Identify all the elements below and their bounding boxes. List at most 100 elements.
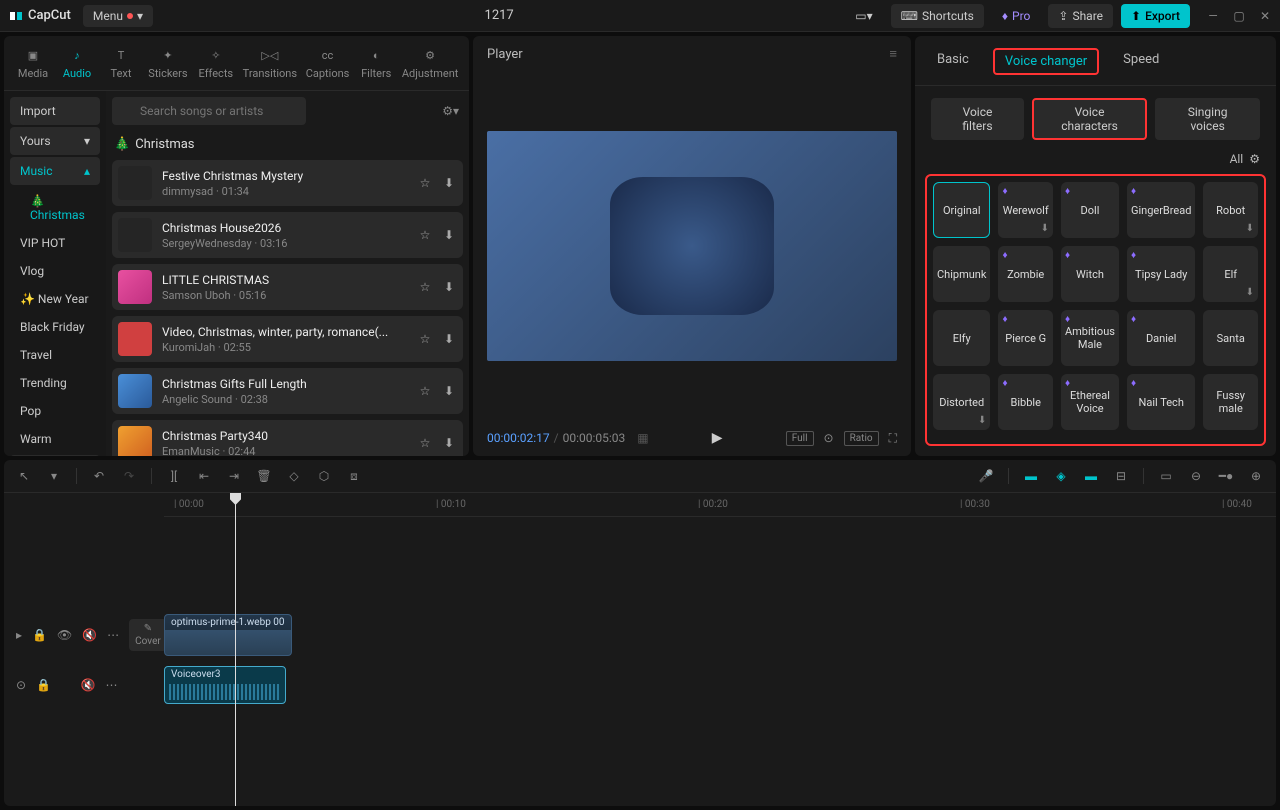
undo-button[interactable]: ↶ bbox=[91, 468, 107, 484]
voice-ethereal-voice[interactable]: ♦Ethereal Voice bbox=[1061, 374, 1119, 430]
video-clip[interactable]: optimus-prime-1.webp 00 bbox=[164, 614, 292, 656]
favorite-icon[interactable]: ☆ bbox=[417, 175, 433, 191]
voice-daniel[interactable]: ♦Daniel bbox=[1127, 310, 1195, 366]
cover-button[interactable]: ✎Cover bbox=[129, 619, 167, 651]
sidebar-item-pop[interactable]: Pop bbox=[10, 397, 100, 425]
audio-mute-icon[interactable]: 🔇 bbox=[81, 678, 96, 692]
tool-tab-filters[interactable]: ◐Filters bbox=[355, 42, 397, 84]
voice-fussy-male[interactable]: Fussy male bbox=[1203, 374, 1258, 430]
filter-all[interactable]: All bbox=[1230, 152, 1244, 166]
voice-distorted[interactable]: Distorted⬇ bbox=[933, 374, 990, 430]
voice-chipmunk[interactable]: Chipmunk bbox=[933, 246, 990, 302]
voice-witch[interactable]: ♦Witch bbox=[1061, 246, 1119, 302]
sounds-button[interactable]: Sounds eff...▾ bbox=[10, 455, 100, 456]
tab-speed[interactable]: Speed bbox=[1117, 48, 1165, 75]
close-button[interactable]: ✕ bbox=[1258, 9, 1272, 23]
filter-settings-icon[interactable]: ⚙ bbox=[1249, 152, 1260, 166]
download-icon[interactable]: ⬇ bbox=[978, 415, 986, 426]
redo-button[interactable]: ↷ bbox=[121, 468, 137, 484]
cursor-tool[interactable]: ↖ bbox=[16, 468, 32, 484]
fullscreen-icon[interactable]: ⛶ bbox=[889, 431, 897, 446]
track-lock-icon[interactable]: 🔒 bbox=[32, 628, 47, 642]
voice-santa[interactable]: Santa bbox=[1203, 310, 1258, 366]
tab-basic[interactable]: Basic bbox=[931, 48, 975, 75]
play-button[interactable]: ▶ bbox=[712, 430, 723, 446]
voice-nail-tech[interactable]: ♦Nail Tech bbox=[1127, 374, 1195, 430]
voice-tipsy-lady[interactable]: ♦Tipsy Lady bbox=[1127, 246, 1195, 302]
split-left-tool[interactable]: ⇤ bbox=[196, 468, 212, 484]
sidebar-item-vlog[interactable]: Vlog bbox=[10, 257, 100, 285]
playhead[interactable] bbox=[235, 493, 236, 806]
minimize-button[interactable]: — bbox=[1206, 9, 1220, 23]
voice-bibble[interactable]: ♦Bibble bbox=[998, 374, 1053, 430]
zoom-in-tool[interactable]: ⊕ bbox=[1248, 468, 1264, 484]
scale-icon[interactable]: ⊙ bbox=[824, 431, 834, 445]
tool-tab-audio[interactable]: ♪Audio bbox=[56, 42, 98, 84]
filter-icon[interactable]: ⚙▾ bbox=[438, 100, 463, 122]
sidebar-item-warm[interactable]: Warm bbox=[10, 425, 100, 453]
cursor-dropdown[interactable]: ▾ bbox=[46, 468, 62, 484]
ratio-button[interactable]: Ratio bbox=[844, 431, 879, 446]
split-right-tool[interactable]: ⇥ bbox=[226, 468, 242, 484]
shield-tool[interactable]: ⬡ bbox=[316, 468, 332, 484]
pro-button[interactable]: ♦ Pro bbox=[992, 4, 1041, 28]
delete-tool[interactable]: 🗑 bbox=[256, 468, 272, 484]
voice-werewolf[interactable]: ♦Werewolf⬇ bbox=[998, 182, 1053, 238]
tab-voice-changer[interactable]: Voice changer bbox=[993, 48, 1099, 75]
track-item[interactable]: LITTLE CHRISTMASSamson Uboh · 05:16 ☆⬇ bbox=[112, 264, 463, 310]
favorite-icon[interactable]: ☆ bbox=[417, 331, 433, 347]
favorite-icon[interactable]: ☆ bbox=[417, 383, 433, 399]
track-item[interactable]: Festive Christmas Mysterydimmysad · 01:3… bbox=[112, 160, 463, 206]
marker-tool[interactable]: ◇ bbox=[286, 468, 302, 484]
audio-clip[interactable]: Voiceover3 bbox=[164, 666, 286, 704]
layout-button[interactable]: ▭▾ bbox=[845, 4, 882, 28]
zoom-slider[interactable]: ━● bbox=[1218, 468, 1234, 484]
track-item[interactable]: Christmas House2026SergeyWednesday · 03:… bbox=[112, 212, 463, 258]
mic-tool[interactable]: 🎤 bbox=[978, 468, 994, 484]
voice-doll[interactable]: ♦Doll bbox=[1061, 182, 1119, 238]
voice-gingerbread[interactable]: ♦GingerBread bbox=[1127, 182, 1195, 238]
tool-tab-media[interactable]: ▣Media bbox=[12, 42, 54, 84]
voice-elfy[interactable]: Elfy bbox=[933, 310, 990, 366]
yours-button[interactable]: Yours▾ bbox=[10, 127, 100, 155]
import-button[interactable]: Import bbox=[10, 97, 100, 125]
tool-tab-captions[interactable]: ccCaptions bbox=[302, 42, 353, 84]
download-icon[interactable]: ⬇ bbox=[441, 331, 457, 347]
download-icon[interactable]: ⬇ bbox=[1246, 223, 1254, 234]
snap-tool-3[interactable]: ▬ bbox=[1083, 468, 1099, 484]
share-button[interactable]: ⇪ Share bbox=[1048, 4, 1113, 28]
split-tool[interactable]: ]​[ bbox=[166, 468, 182, 484]
sidebar-item-trending[interactable]: Trending bbox=[10, 369, 100, 397]
export-button[interactable]: ⬆ Export bbox=[1121, 4, 1190, 28]
subtab-voice-filters[interactable]: Voice filters bbox=[931, 98, 1024, 140]
download-icon[interactable]: ⬇ bbox=[441, 435, 457, 451]
download-icon[interactable]: ⬇ bbox=[1246, 287, 1254, 298]
download-icon[interactable]: ⬇ bbox=[1041, 223, 1049, 234]
search-input[interactable] bbox=[112, 97, 306, 125]
voice-ambitious-male[interactable]: ♦Ambitious Male bbox=[1061, 310, 1119, 366]
track-mute-icon[interactable]: 🔇 bbox=[82, 628, 97, 642]
subtab-singing-voices[interactable]: Singing voices bbox=[1155, 98, 1260, 140]
audio-track-icon[interactable]: ⊙ bbox=[16, 678, 26, 692]
tool-tab-adjustment[interactable]: ⚙Adjustment bbox=[399, 42, 461, 84]
track-item[interactable]: Video, Christmas, winter, party, romance… bbox=[112, 316, 463, 362]
download-icon[interactable]: ⬇ bbox=[441, 175, 457, 191]
tool-tab-stickers[interactable]: ✦Stickers bbox=[144, 42, 192, 84]
zoom-out-tool[interactable]: ⊖ bbox=[1188, 468, 1204, 484]
voice-pierce-g[interactable]: ♦Pierce G bbox=[998, 310, 1053, 366]
track-item[interactable]: Christmas Party340EmanMusic · 02:44 ☆⬇ bbox=[112, 420, 463, 456]
track-item[interactable]: Christmas Gifts Full LengthAngelic Sound… bbox=[112, 368, 463, 414]
sidebar-item-christmas[interactable]: 🎄 Christmas bbox=[10, 187, 100, 229]
voice-original[interactable]: Original bbox=[933, 182, 990, 238]
full-button[interactable]: Full bbox=[786, 431, 814, 446]
sidebar-item-new-year[interactable]: ✨ New Year bbox=[10, 285, 100, 313]
voice-robot[interactable]: Robot⬇ bbox=[1203, 182, 1258, 238]
video-preview[interactable] bbox=[487, 131, 897, 361]
snap-tool-2[interactable]: ◈ bbox=[1053, 468, 1069, 484]
player-menu-icon[interactable]: ≡ bbox=[889, 46, 897, 62]
download-icon[interactable]: ⬇ bbox=[441, 383, 457, 399]
audio-more-icon[interactable]: ⋯ bbox=[106, 678, 118, 692]
snap-tool-1[interactable]: ▬ bbox=[1023, 468, 1039, 484]
compare-icon[interactable]: ▦ bbox=[637, 431, 648, 445]
sidebar-item-vip-hot[interactable]: VIP HOT bbox=[10, 229, 100, 257]
